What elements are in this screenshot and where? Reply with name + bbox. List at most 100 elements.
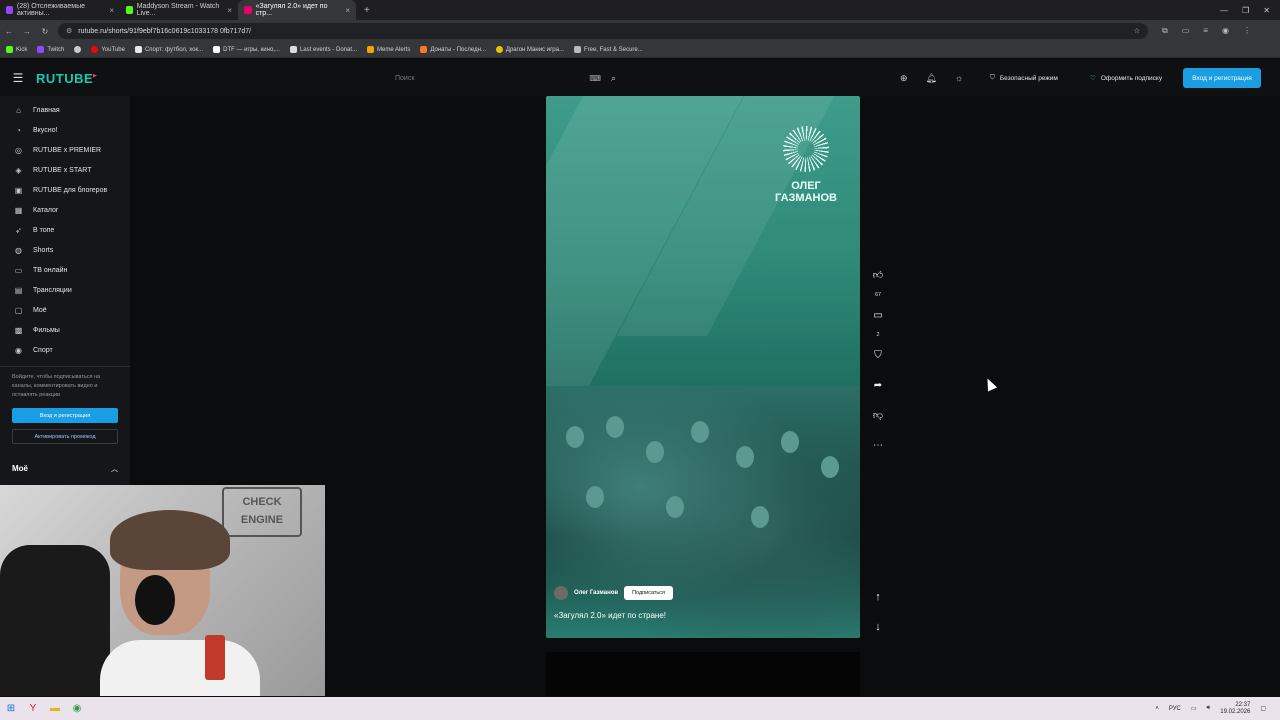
promo-code-button[interactable]: Активировать промокод [12, 429, 118, 444]
profile-icon[interactable]: ◉ [1222, 26, 1229, 36]
sidebar-item-premier[interactable]: ◎ RUTUBE x PREMIER [0, 140, 130, 160]
subscription-button[interactable]: ♡ Оформить подписку [1090, 74, 1162, 83]
url-field[interactable]: ⚙ rutube.ru/shorts/91f9ebf7b16c0619c1033… [58, 23, 1148, 39]
forward-icon[interactable]: → [18, 27, 36, 36]
close-window-icon[interactable]: ✕ [1263, 6, 1270, 15]
sidebar-item-bloggers[interactable]: ▣ RUTUBE для блогеров [0, 180, 130, 200]
safe-mode-button[interactable]: ⛉ Безопасный режим [990, 74, 1058, 82]
broadcast-icon: ▤ [14, 285, 23, 295]
close-tab-icon[interactable]: × [345, 6, 350, 15]
sidebar-section-mine[interactable]: Моё ︿ [0, 464, 130, 474]
bookmark-label: DTF — игры, кино,... [223, 46, 280, 53]
sidebar-item-label: RUTUBE x START [33, 166, 92, 174]
bookmark-star-icon[interactable]: ☆ [1134, 27, 1148, 35]
bookmark-item[interactable]: Twitch [37, 46, 64, 53]
menu-burger-icon[interactable]: ☰ [0, 71, 36, 85]
sport-icon: ◉ [15, 345, 22, 355]
cast-icon[interactable]: ▭ [1182, 26, 1190, 36]
chevron-up-icon[interactable]: ︿ [111, 464, 118, 474]
notification-icon[interactable]: ▢ [1260, 705, 1266, 712]
volume-icon[interactable]: 🔊︎ [1207, 705, 1211, 712]
login-button[interactable]: Вход и регистрация [1183, 68, 1261, 88]
dislike-icon[interactable]: 👎︎ [866, 406, 890, 424]
keyboard-icon[interactable]: ⌨ [589, 74, 601, 83]
windows-start-icon[interactable]: ⊞ [0, 701, 22, 717]
upload-icon[interactable]: ⊕ [900, 73, 908, 84]
sidebar-item-sport[interactable]: ◉ Спорт [0, 340, 130, 360]
site-info-icon[interactable]: ⚙ [66, 27, 72, 35]
crowd-head [821, 456, 839, 478]
back-icon[interactable]: ← [0, 27, 18, 36]
bookmark-item[interactable]: Kick [6, 46, 27, 53]
sidebar-login-button[interactable]: Вход и регистрация [12, 408, 118, 423]
bookmarks-bar: Kick Twitch YouTube Спорт: футбол, хок..… [0, 42, 1280, 58]
rutube-logo[interactable]: RUTUBE▸ [36, 71, 97, 86]
reload-icon[interactable]: ↻ [36, 27, 54, 36]
bookmark-item[interactable]: Спорт: футбол, хок... [134, 46, 203, 53]
close-tab-icon[interactable]: × [227, 6, 232, 15]
crowd-head [751, 506, 769, 528]
sidebar-item-start[interactable]: ◈ RUTUBE x START [0, 160, 130, 180]
browser-tab-kick[interactable]: Maddyson Stream - Watch Live... × [120, 0, 238, 20]
bookmark-item[interactable] [74, 46, 82, 53]
bookmark-favicon-icon [289, 46, 297, 53]
clock[interactable]: 22:37 19.02.2026 [1220, 702, 1250, 716]
sidebar-item-food[interactable]: ◔ Вкусно! [0, 120, 130, 140]
search-icon[interactable]: ⌕ [611, 73, 616, 84]
bookmark-item[interactable]: Meme Alerts [367, 46, 410, 53]
window-controls: — ❐ ✕ [1220, 6, 1280, 15]
sidebar-item-tv[interactable]: ▭ ТВ онлайн [0, 260, 130, 280]
previous-video-arrow-icon[interactable]: ↑ [866, 586, 890, 608]
bookmark-icon[interactable]: ⛉ [866, 346, 890, 364]
tv-icon: ▭ [14, 265, 23, 275]
share-icon[interactable]: ➦ [866, 376, 890, 394]
folder-icon[interactable]: ▬ [44, 701, 66, 717]
theme-sun-icon[interactable]: ☼ [955, 73, 963, 84]
login-prompt-text: Войдите, чтобы подписываться на каналы, … [12, 374, 101, 398]
bookmark-item[interactable]: Драгон Манис игра... [495, 46, 564, 53]
extensions-icon[interactable]: ⧉ [1162, 26, 1168, 36]
sidebar-item-films[interactable]: ▩ Фильмы [0, 320, 130, 340]
maximize-icon[interactable]: ❐ [1242, 6, 1249, 15]
bookmark-label: Донаты - Последн... [430, 46, 486, 53]
crowd-head [736, 446, 754, 468]
network-icon[interactable]: ▭ [1191, 705, 1197, 712]
author-name[interactable]: Олег Газманов [574, 590, 618, 596]
menu-icon[interactable]: ⋮ [1243, 26, 1251, 36]
yandex-browser-icon[interactable]: Y [22, 701, 44, 717]
sidebar-item-label: Каталог [33, 206, 59, 214]
sidebar-item-catalog[interactable]: ▦ Каталог [0, 200, 130, 220]
browser-tab-twitch[interactable]: (28) Отслеживаемые активны... × [0, 0, 120, 20]
sidebar-item-top[interactable]: ➶ В топе [0, 220, 130, 240]
sidebar-item-broadcasts[interactable]: ▤ Трансляции [0, 280, 130, 300]
media-icon[interactable]: ≡ [1203, 26, 1208, 36]
bookmark-item[interactable]: Донаты - Последн... [420, 46, 486, 53]
minimize-icon[interactable]: — [1220, 6, 1228, 15]
bookmark-item[interactable]: DTF — игры, кино,... [213, 46, 280, 53]
bookmark-item[interactable]: Last events - Donat... [289, 46, 357, 53]
new-tab-button[interactable]: + [356, 5, 378, 16]
crowd-head [691, 421, 709, 443]
sidebar-item-home[interactable]: ⌂ Главная [0, 100, 130, 120]
comment-icon[interactable]: ▭ [866, 306, 890, 324]
shirt-shape [100, 640, 260, 696]
bell-icon[interactable]: 🔔︎ [926, 73, 937, 84]
sidebar-item-shorts[interactable]: ◍ Shorts [0, 240, 130, 260]
like-icon[interactable]: 👍︎ [866, 266, 890, 284]
bookmark-item[interactable]: YouTube [91, 46, 125, 53]
bookmark-label: Kick [16, 46, 28, 53]
close-tab-icon[interactable]: × [109, 6, 114, 15]
tray-arrow-icon[interactable]: ˄ [1155, 706, 1159, 712]
next-video-arrow-icon[interactable]: ↓ [866, 616, 890, 638]
chrome-icon[interactable]: ◉ [66, 701, 88, 717]
sidebar-item-mine[interactable]: ▢ Моё [0, 300, 130, 320]
subscribe-button[interactable]: Подписаться [624, 586, 674, 600]
search-input[interactable]: Поиск ⌨ ⌕ [388, 68, 620, 88]
shorts-video-player[interactable]: ОЛЕГ ГАЗМАНОВ Олег Газманов Подписаться … [546, 96, 860, 638]
language-indicator[interactable]: РУС [1169, 706, 1181, 712]
next-video-preview[interactable] [546, 652, 860, 696]
more-icon[interactable]: ⋯ [866, 436, 890, 454]
avatar[interactable] [554, 586, 568, 600]
browser-tab-rutube[interactable]: «Загулял 2.0» идет по стр... × [238, 0, 356, 20]
bookmark-item[interactable]: Free, Fast & Secure... [573, 46, 643, 53]
